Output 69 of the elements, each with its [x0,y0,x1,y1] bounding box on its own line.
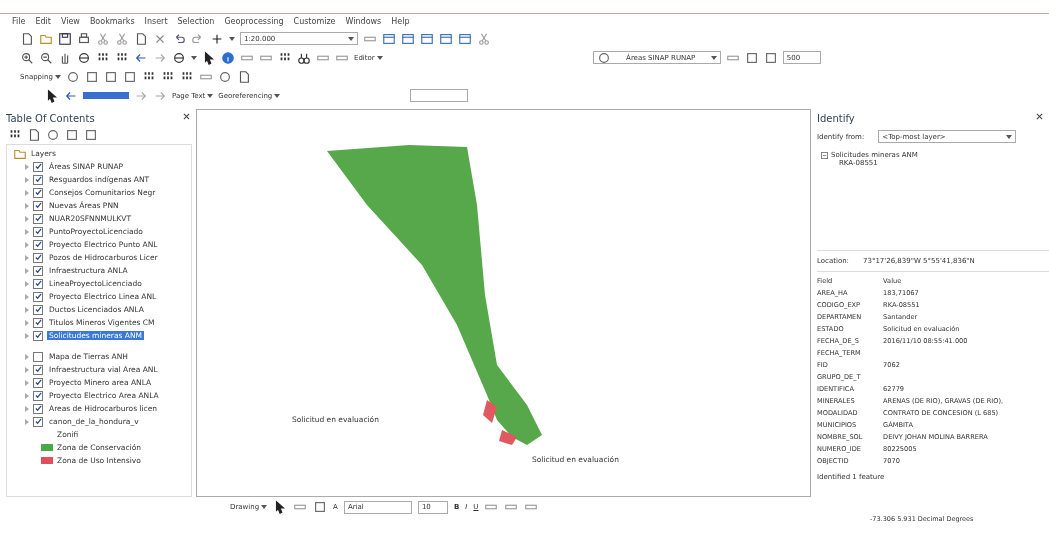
square-icon[interactable] [84,128,98,142]
menu-item[interactable]: Geoprocessing [224,17,284,26]
layer-checkbox[interactable] [33,364,43,375]
square-icon[interactable] [122,69,137,84]
layer-checkbox[interactable] [33,161,43,172]
square-icon[interactable] [763,50,778,65]
circle-icon[interactable] [46,128,60,142]
circle-icon[interactable] [596,50,611,65]
layer-checkbox[interactable] [33,416,43,427]
pointer-icon[interactable] [273,500,288,514]
menu-item[interactable]: Edit [35,17,51,26]
layer-checkbox[interactable] [33,252,43,263]
menu-item[interactable]: Bookmarks [89,17,135,26]
zoom-out-icon[interactable] [39,50,53,65]
circle-icon[interactable] [65,69,80,84]
save-icon[interactable] [58,31,72,46]
panel-title: Table Of Contents [6,113,95,124]
menu-item[interactable]: View [60,17,80,26]
circle-icon[interactable] [217,69,232,84]
layer-checkbox[interactable] [33,330,43,341]
square-icon[interactable] [744,50,759,65]
layer-checkbox[interactable] [33,239,43,250]
menu-item[interactable]: Windows [345,17,382,26]
window-icon[interactable] [401,31,415,46]
square-icon[interactable] [313,500,328,514]
layer-checkbox[interactable] [33,265,43,276]
layer-checkbox[interactable] [33,390,43,401]
menu-item[interactable]: Selection [177,17,215,26]
zoom-in-icon[interactable] [20,50,34,65]
layer-checkbox[interactable] [33,377,43,388]
printer-icon[interactable] [77,31,91,46]
globe-icon[interactable] [77,50,91,65]
layer-checkbox[interactable] [33,291,43,302]
new-document-icon[interactable] [20,31,34,46]
pointer-icon[interactable] [45,88,59,103]
highlighted-field[interactable] [83,92,129,99]
collapse-icon[interactable] [821,151,828,159]
layer-checkbox[interactable] [33,174,43,185]
identify-icon[interactable] [221,50,235,65]
layer-checkbox[interactable] [33,213,43,224]
layer-checkbox[interactable] [33,226,43,237]
layer-checkbox[interactable] [33,200,43,211]
georeference-layer-field[interactable] [410,89,469,102]
close-icon[interactable] [183,113,190,120]
caret-icon[interactable] [191,55,197,60]
window-icon[interactable] [439,31,453,46]
menu-item[interactable]: Customize [293,17,336,26]
square-icon[interactable] [84,69,99,84]
menu-item[interactable]: Insert [144,17,168,26]
new-document-icon[interactable] [27,128,41,142]
menu-item[interactable]: Help [391,17,410,26]
layer-checkbox[interactable] [33,304,43,315]
menu-item[interactable]: File [12,17,26,26]
layer-checkbox[interactable] [33,351,43,362]
layer-checkbox[interactable] [33,278,43,289]
layer-checkbox[interactable] [33,317,43,328]
square-icon[interactable] [103,69,118,84]
layer-checkbox[interactable] [33,187,43,198]
pointer-icon[interactable] [202,50,216,65]
caret-icon[interactable] [229,36,235,41]
window-icon[interactable] [382,31,396,46]
layer-checkbox[interactable] [33,403,43,414]
window-icon[interactable] [420,31,434,46]
new-document-icon[interactable] [134,31,148,46]
window-icon[interactable] [458,31,472,46]
globe-icon[interactable] [172,50,186,65]
panel-title: Identify [817,113,855,124]
square-icon[interactable] [65,128,79,142]
close-icon[interactable] [1036,113,1043,120]
